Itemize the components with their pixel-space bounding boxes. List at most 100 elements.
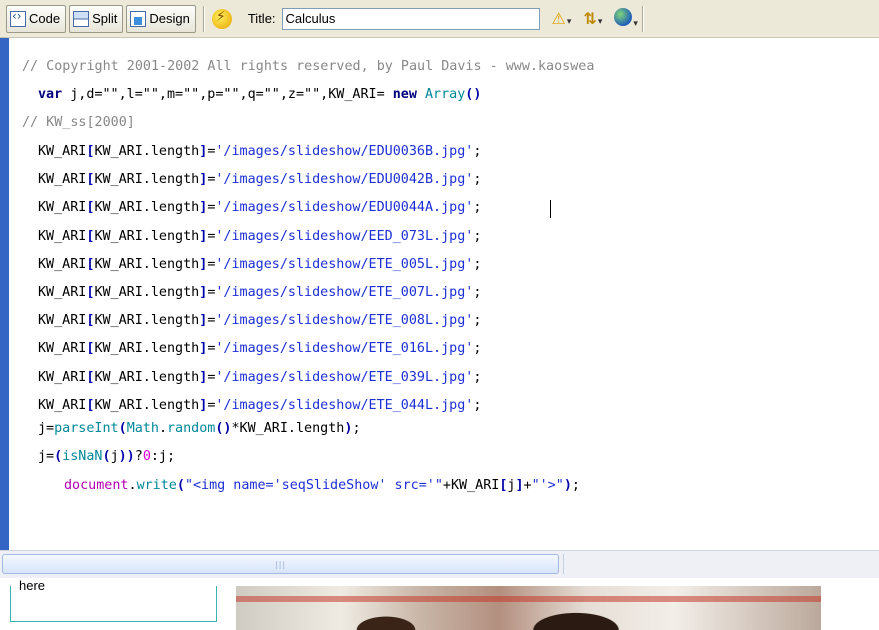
toolbar-separator-end: [641, 5, 643, 32]
string-literal: "'>": [531, 478, 564, 493]
function-name: Array: [424, 87, 466, 102]
code-token: +: [523, 478, 532, 493]
code-token: ;: [473, 369, 482, 385]
scrollbar-thumb[interactable]: |||: [2, 554, 559, 574]
image-array-line: KW_ARI[KW_ARI.length]='/images/slideshow…: [38, 368, 481, 388]
string-literal: '/images/slideshow/ETE_005L.jpg': [215, 256, 474, 272]
design-view-label: Design: [149, 11, 190, 26]
string-literal: '/images/slideshow/EDU0044A.jpg': [215, 200, 474, 216]
preview-browser-button[interactable]: ▾: [614, 7, 638, 30]
code-line-16: document.write("<img name='seqSlideShow'…: [64, 476, 580, 496]
array-length: KW_ARI.length: [94, 228, 200, 244]
array-name: KW_ARI: [38, 397, 87, 413]
document-toolbar: Code Split Design Title: ⚠▾ ⇅▾ ▾: [0, 0, 879, 38]
code-line-15: j=(isNaN(j))?0:j;: [38, 447, 175, 467]
preview-browser-icon: [614, 7, 633, 26]
code-token: ;: [473, 285, 482, 300]
function-name: write: [136, 478, 177, 493]
string-literal: '/images/slideshow/ETE_044L.jpg': [215, 397, 474, 413]
string-literal: '/images/slideshow/EDU0036B.jpg': [215, 144, 474, 159]
text-cursor: [550, 200, 551, 218]
image-array-line: KW_ARI[KW_ARI.length]='/images/slideshow…: [38, 227, 481, 247]
code-token: ;: [473, 144, 482, 159]
design-view-button[interactable]: Design: [126, 4, 196, 33]
array-length: KW_ARI.length: [94, 369, 200, 385]
array-length: KW_ARI.length: [94, 285, 200, 300]
code-line-2: var j,d="",l="",m="",p="",q="",z="",KW_A…: [38, 85, 481, 105]
string-literal: "<img name='seqSlideShow' src='": [184, 478, 443, 493]
array-length: KW_ARI.length: [94, 341, 200, 357]
split-view-icon: [73, 10, 90, 27]
file-transfer-icon[interactable]: ⇅▾: [583, 9, 602, 28]
code-token: +KW_ARI: [442, 478, 500, 493]
array-name: KW_ARI: [38, 256, 87, 272]
table-cell[interactable]: here: [10, 578, 217, 622]
image-array-line: KW_ARI[KW_ARI.length]='/images/slideshow…: [38, 396, 481, 416]
code-view-button[interactable]: Code: [6, 4, 67, 33]
punctuation: (): [215, 421, 232, 436]
array-name: KW_ARI: [38, 369, 87, 385]
code-token: ;: [352, 421, 361, 436]
image-array-line: KW_ARI[KW_ARI.length]='/images/slideshow…: [38, 198, 481, 218]
array-length: KW_ARI.length: [94, 256, 200, 272]
split-view-button[interactable]: Split: [69, 4, 124, 33]
array-name: KW_ARI: [38, 285, 87, 300]
function-name: isNaN: [62, 449, 103, 464]
image-detail: [236, 596, 821, 602]
string-literal: '/images/slideshow/ETE_007L.jpg': [215, 285, 474, 300]
code-token: ?: [134, 449, 143, 464]
validation-warning-icon[interactable]: ⚠▾: [552, 9, 572, 28]
code-token: ;: [473, 172, 482, 188]
code-token: ;: [473, 200, 482, 216]
code-view-icon: [10, 9, 26, 27]
code-token: j=: [38, 449, 55, 464]
code-token: .: [128, 478, 137, 493]
image-array-line: KW_ARI[KW_ARI.length]='/images/slideshow…: [38, 142, 481, 162]
code-token: j: [110, 449, 119, 464]
declaration: j,d="",l="",m="",p="",q="",z="",KW_ARI=: [62, 87, 393, 102]
code-token: .: [158, 421, 167, 436]
code-line-1: // Copyright 2001-2002 All rights reserv…: [22, 59, 595, 74]
horizontal-scrollbar[interactable]: |||: [0, 550, 879, 578]
code-token: ;: [473, 256, 482, 272]
live-view-icon[interactable]: [211, 8, 232, 29]
array-length: KW_ARI.length: [94, 200, 200, 216]
object-name: Math: [126, 421, 159, 436]
array-length: KW_ARI.length: [94, 313, 200, 329]
code-token: :j;: [150, 449, 176, 464]
slideshow-image[interactable]: [236, 586, 821, 630]
code-token: ;: [473, 228, 482, 244]
punctuation: (: [54, 449, 63, 464]
object-name: document: [64, 478, 129, 493]
number-literal: 0: [142, 449, 151, 464]
cell-text: here: [19, 578, 46, 593]
string-literal: '/images/slideshow/EED_073L.jpg': [215, 228, 474, 244]
punctuation: (: [102, 449, 111, 464]
design-view[interactable]: here: [0, 578, 879, 630]
code-token: ;: [473, 313, 482, 329]
image-array-line: KW_ARI[KW_ARI.length]='/images/slideshow…: [38, 255, 481, 275]
code-token: j=: [38, 421, 55, 436]
image-array-line: KW_ARI[KW_ARI.length]='/images/slideshow…: [38, 339, 481, 359]
array-name: KW_ARI: [38, 341, 87, 357]
punctuation: (): [465, 87, 482, 102]
toolbar-separator: [202, 5, 204, 32]
punctuation: )): [118, 449, 135, 464]
code-view-label: Code: [29, 11, 61, 26]
design-view-icon: [130, 10, 147, 27]
array-length: KW_ARI.length: [94, 172, 200, 188]
keyword: var: [38, 87, 63, 102]
title-input[interactable]: [281, 7, 540, 30]
code-editor[interactable]: // Copyright 2001-2002 All rights reserv…: [0, 38, 879, 551]
scrollbar-grip-icon: |||: [275, 560, 287, 569]
string-literal: '/images/slideshow/ETE_016L.jpg': [215, 341, 474, 357]
array-name: KW_ARI: [38, 200, 87, 216]
image-array-line: KW_ARI[KW_ARI.length]='/images/slideshow…: [38, 311, 481, 331]
code-token: ;: [473, 341, 482, 357]
string-literal: '/images/slideshow/EDU0042B.jpg': [215, 172, 474, 188]
code-line-3: // KW_ss[2000]: [22, 115, 135, 130]
array-name: KW_ARI: [38, 313, 87, 329]
keyword-new: new: [392, 87, 417, 102]
string-literal: '/images/slideshow/ETE_008L.jpg': [215, 313, 474, 329]
punctuation: (: [176, 478, 185, 493]
